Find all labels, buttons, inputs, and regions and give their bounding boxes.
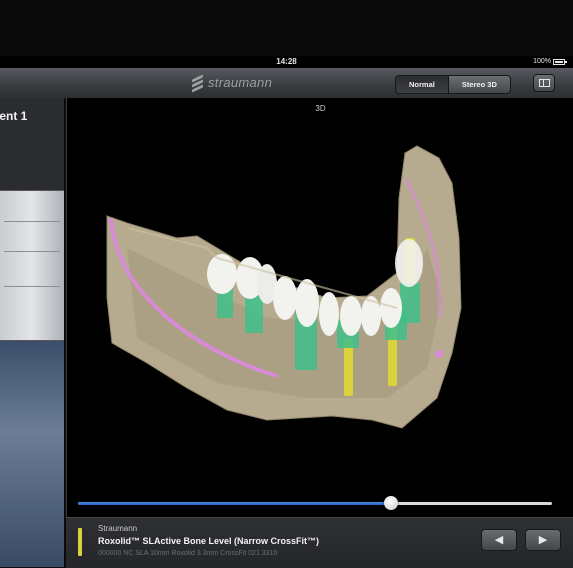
next-implant-button[interactable]: ▶ bbox=[525, 529, 561, 551]
arrow-right-icon: ▶ bbox=[538, 534, 548, 546]
slice-slider[interactable] bbox=[78, 496, 552, 510]
jaw-3d-model[interactable] bbox=[67, 98, 573, 517]
status-time: 14:28 bbox=[276, 57, 297, 66]
device-bezel bbox=[0, 0, 573, 56]
battery-indicator: 100% bbox=[533, 56, 567, 68]
implant-color-swatch bbox=[78, 528, 82, 556]
status-bar: 14:28 100% bbox=[0, 56, 573, 68]
view-mode-normal-button[interactable]: Normal bbox=[396, 76, 448, 93]
implant-product-name: Roxolid™ SLActive Bone Level (Narrow Cro… bbox=[98, 536, 320, 546]
slider-fill bbox=[78, 502, 391, 505]
panel-toggle-icon bbox=[539, 79, 550, 87]
tooth-10 bbox=[395, 239, 423, 287]
nerve-exit-marker bbox=[435, 350, 443, 358]
scan-thumbnail[interactable] bbox=[0, 190, 64, 340]
arrow-left-icon: ◀ bbox=[494, 534, 504, 546]
brand-name: straumann bbox=[208, 75, 273, 90]
tooth-4 bbox=[273, 276, 297, 320]
brand-logo: straumann bbox=[192, 73, 273, 93]
photo-thumbnail[interactable] bbox=[0, 340, 64, 567]
abutment-6 bbox=[400, 283, 420, 323]
battery-icon bbox=[553, 59, 567, 65]
implant-product-detail: 000000 NC SLA 10mm Roxolid 3.3mm CrossFi… bbox=[98, 550, 278, 557]
view-mode-stereo-3d-button[interactable]: Stereo 3D bbox=[447, 76, 510, 93]
implant-info-bar: Straumann Roxolid™ SLActive Bone Level (… bbox=[66, 517, 573, 568]
patient-title: ient 1 bbox=[0, 109, 28, 123]
tooth-7 bbox=[340, 296, 362, 336]
app-toolbar: straumann Normal Stereo 3D bbox=[0, 68, 573, 99]
battery-percent: 100% bbox=[533, 58, 551, 65]
implant-brand: Straumann bbox=[98, 524, 138, 533]
straumann-logo-icon bbox=[192, 73, 203, 93]
panel-toggle-button[interactable] bbox=[533, 74, 555, 92]
view-mode-segmented-control: Normal Stereo 3D bbox=[395, 75, 511, 94]
abutment-2 bbox=[245, 293, 263, 333]
patient-sidebar: ient 1 bbox=[0, 98, 64, 567]
tooth-6 bbox=[319, 292, 339, 336]
slider-knob[interactable] bbox=[383, 496, 398, 510]
previous-implant-button[interactable]: ◀ bbox=[481, 529, 517, 551]
tooth-9 bbox=[380, 288, 402, 328]
3d-viewer[interactable]: 3D bbox=[66, 98, 573, 517]
